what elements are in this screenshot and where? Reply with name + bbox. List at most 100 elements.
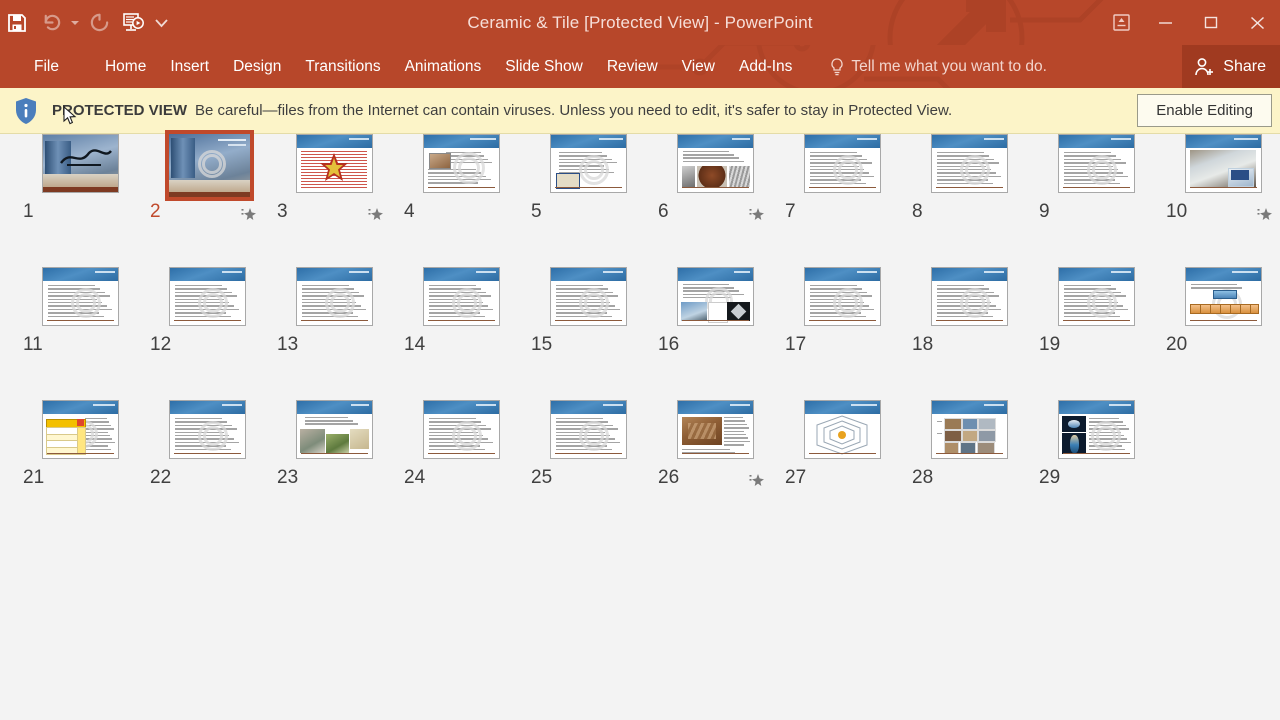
slide-thumbnail-7[interactable] [804,134,881,193]
slide-thumbnail-cell[interactable]: 8 [903,134,1036,227]
slide-preview[interactable] [296,267,373,326]
slide-preview[interactable] [550,134,627,193]
slide-thumbnail-22[interactable] [169,400,246,459]
slide-thumbnail-11[interactable] [42,267,119,326]
slide-thumbnail-24[interactable] [423,400,500,459]
slide-thumbnail-cell[interactable]: 10 [1157,134,1280,227]
slide-thumbnail-cell[interactable]: 22 [141,400,274,493]
slide-preview[interactable] [804,400,881,459]
start-slideshow-icon[interactable] [116,5,150,41]
slide-preview[interactable] [931,400,1008,459]
slide-sorter-pane[interactable]: 1 2 3 4 5 6 7 8 9 10 11 12 13 14 15 16 1… [0,130,1280,709]
slide-thumbnail-cell[interactable]: 5 [522,134,655,227]
slide-preview[interactable] [550,267,627,326]
slide-thumbnail-1[interactable] [42,134,119,193]
slide-preview[interactable] [1058,400,1135,459]
slide-preview[interactable] [423,400,500,459]
slide-preview[interactable] [42,267,119,326]
slide-preview[interactable] [1058,134,1135,193]
slide-preview[interactable] [169,400,246,459]
animation-star-icon[interactable] [241,205,258,227]
tab-review[interactable]: Review [595,45,670,88]
slide-thumbnail-14[interactable] [423,267,500,326]
slide-thumbnail-cell[interactable]: 7 [776,134,909,227]
tab-design[interactable]: Design [221,45,293,88]
slide-thumbnail-8[interactable] [931,134,1008,193]
animation-star-icon[interactable] [368,205,385,227]
slide-thumbnail-cell[interactable]: 19 [1030,267,1163,360]
slide-thumbnail-21[interactable] [42,400,119,459]
slide-thumbnail-13[interactable] [296,267,373,326]
slide-preview[interactable] [1185,134,1262,193]
animation-star-icon[interactable] [749,471,766,493]
tab-insert[interactable]: Insert [158,45,221,88]
tab-slide-show[interactable]: Slide Show [493,45,595,88]
slide-preview[interactable] [169,267,246,326]
slide-thumbnail-cell[interactable]: 20 [1157,267,1280,360]
slide-thumbnail-cell[interactable]: 28 [903,400,1036,493]
slide-preview[interactable] [42,134,119,193]
enable-editing-button[interactable]: Enable Editing [1137,94,1272,127]
slide-thumbnail-18[interactable] [931,267,1008,326]
slide-thumbnail-cell[interactable]: 2 [141,130,274,227]
animation-star-icon[interactable] [1257,205,1274,227]
slide-thumbnail-cell[interactable]: 26 [649,400,782,493]
slide-thumbnail-25[interactable] [550,400,627,459]
slide-thumbnail-cell[interactable]: 4 [395,134,528,227]
slide-thumbnail-cell[interactable]: 29 [1030,400,1163,493]
slide-thumbnail-cell[interactable]: 6 [649,134,782,227]
slide-thumbnail-cell[interactable]: 17 [776,267,909,360]
slide-preview[interactable] [931,134,1008,193]
tab-animations[interactable]: Animations [393,45,494,88]
slide-thumbnail-cell[interactable]: 21 [14,400,147,493]
slide-thumbnail-cell[interactable]: 11 [14,267,147,360]
ribbon-display-options-icon[interactable] [1100,0,1142,45]
undo-icon[interactable] [34,5,68,41]
slide-thumbnail-cell[interactable]: 1 [14,134,147,227]
tab-home[interactable]: Home [93,45,158,88]
slide-thumbnail-23[interactable] [296,400,373,459]
slide-thumbnail-10[interactable] [1185,134,1262,193]
slide-preview[interactable] [296,134,373,193]
tab-view[interactable]: View [670,45,727,88]
tab-transitions[interactable]: Transitions [293,45,392,88]
slide-thumbnail-cell[interactable]: 23 [268,400,401,493]
slide-thumbnail-28[interactable] [931,400,1008,459]
tab-file[interactable]: File [22,45,71,88]
slide-thumbnail-cell[interactable]: 9 [1030,134,1163,227]
slide-preview[interactable] [423,134,500,193]
slide-preview[interactable] [42,400,119,459]
slide-thumbnail-16[interactable] [677,267,754,326]
slide-preview[interactable] [804,134,881,193]
customize-quick-access-icon[interactable] [150,5,172,41]
tell-me-box[interactable]: Tell me what you want to do. [830,58,1047,76]
undo-dropdown-icon[interactable] [68,5,82,41]
slide-thumbnail-29[interactable] [1058,400,1135,459]
slide-preview[interactable] [804,267,881,326]
slide-thumbnail-6[interactable] [677,134,754,193]
slide-thumbnail-cell[interactable]: 12 [141,267,274,360]
slide-preview[interactable] [550,400,627,459]
slide-thumbnail-cell[interactable]: 25 [522,400,655,493]
slide-thumbnail-cell[interactable]: 3 [268,134,401,227]
slide-thumbnail-27[interactable] [804,400,881,459]
slide-thumbnail-19[interactable] [1058,267,1135,326]
slide-preview[interactable] [165,130,254,201]
share-button[interactable]: Share [1182,45,1280,88]
slide-thumbnail-26[interactable] [677,400,754,459]
slide-thumbnail-cell[interactable]: 24 [395,400,528,493]
slide-preview[interactable] [1058,267,1135,326]
slide-preview[interactable] [1185,267,1262,326]
slide-thumbnail-cell[interactable]: 16 [649,267,782,360]
slide-thumbnail-cell[interactable]: 13 [268,267,401,360]
slide-thumbnail-cell[interactable]: 18 [903,267,1036,360]
animation-star-icon[interactable] [749,205,766,227]
slide-thumbnail-9[interactable] [1058,134,1135,193]
slide-thumbnail-3[interactable] [296,134,373,193]
slide-thumbnail-20[interactable] [1185,267,1262,326]
slide-preview[interactable] [931,267,1008,326]
slide-thumbnail-2[interactable] [165,130,254,201]
restore-icon[interactable] [1188,0,1234,45]
slide-thumbnail-12[interactable] [169,267,246,326]
redo-icon[interactable] [82,5,116,41]
